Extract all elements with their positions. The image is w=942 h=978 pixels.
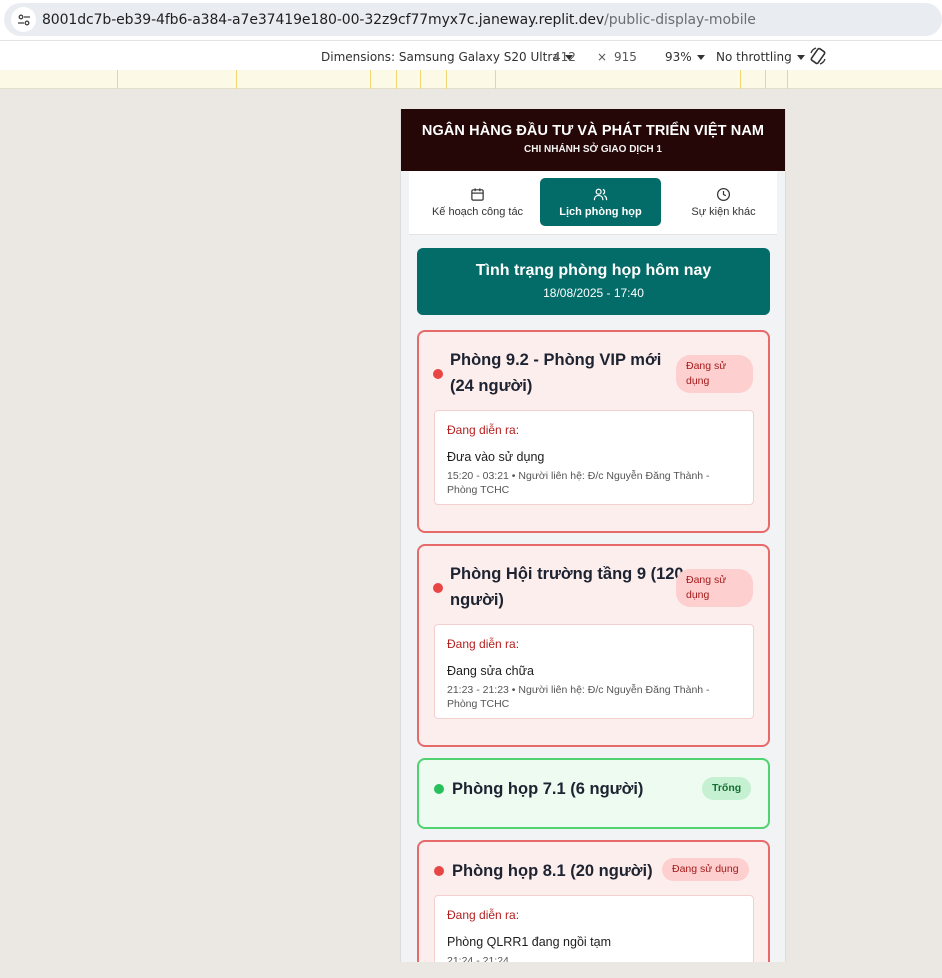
current-meeting-box: Đang diễn ra: Đang sửa chữa 21:23 - 21:2… (434, 624, 754, 719)
room-name-line: Phòng Hội trường tầng 9 (120 (450, 565, 684, 583)
meta-line: Phòng TCHC (447, 484, 510, 496)
event-meta: 21:24 - 21:24 (447, 954, 741, 962)
tab-other-events[interactable]: Sự kiện khác (663, 178, 784, 226)
ruler-tick (396, 70, 397, 89)
status-title: Tình trạng phòng họp hôm nay (475, 262, 712, 279)
status-badge: Đang sử dụng (662, 858, 749, 881)
status-dot (434, 784, 444, 794)
badge-line: dụng (686, 589, 710, 601)
device-toolbar: Dimensions: Samsung Galaxy S20 Ultra 412… (0, 40, 942, 70)
zoom-label: 93% (665, 50, 692, 64)
ruler-tick (740, 70, 741, 89)
room-card[interactable]: Phòng Hội trường tầng 9 (120 người) Đang… (417, 544, 770, 747)
dimension-times: × (597, 50, 608, 64)
tab-label: Sự kiện khác (691, 205, 756, 218)
rotate-icon[interactable] (808, 46, 828, 66)
room-name-line: (24 người) (450, 377, 533, 395)
status-datetime: 18/08/2025 - 17:40 (543, 286, 644, 300)
room-card[interactable]: Phòng 9.2 - Phòng VIP mới (24 người) Đan… (417, 330, 770, 533)
url-path: /public-display-mobile (604, 12, 756, 28)
event-meta: 21:23 - 21:23 • Người liên hệ: Đ/c Nguyễ… (447, 683, 741, 711)
ruler-tick (117, 70, 118, 89)
tab-work-plan[interactable]: Kế hoạch công tác (417, 178, 538, 226)
ruler-tick (420, 70, 421, 89)
event-title: Đang sửa chữa (447, 664, 534, 678)
throttling-select[interactable]: No throttling (716, 50, 805, 64)
status-badge: Đang sử dụng (676, 569, 753, 607)
current-label: Đang diễn ra: (447, 908, 520, 922)
ruler-tick (787, 70, 788, 89)
users-icon (593, 188, 608, 200)
status-dot (434, 866, 444, 876)
device-width-input[interactable]: 412 (553, 50, 576, 64)
badge-line: Đang sử (686, 360, 727, 372)
device-height-input[interactable]: 915 (614, 50, 637, 64)
url-text: 8001dc7b-eb39-4fb6-a384-a7e37419e180-00-… (42, 12, 756, 28)
branch-name: CHI NHÁNH SỞ GIAO DỊCH 1 (524, 144, 662, 155)
meta-line: 15:20 - 03:21 • Người liên hệ: Đ/c Nguyễ… (447, 470, 710, 482)
room-name: Phòng 9.2 - Phòng VIP mới (24 người) (450, 347, 661, 399)
ruler-tick (446, 70, 447, 89)
room-name-line: Phòng 9.2 - Phòng VIP mới (450, 351, 662, 369)
event-meta: 15:20 - 03:21 • Người liên hệ: Đ/c Nguyễ… (447, 469, 741, 497)
url-field[interactable]: 8001dc7b-eb39-4fb6-a384-a7e37419e180-00-… (4, 3, 942, 36)
status-badge: Đang sử dụng (676, 355, 753, 393)
badge-line: Đang sử (686, 574, 727, 586)
chevron-down-icon (796, 55, 805, 60)
tab-label: Lịch phòng họp (559, 205, 642, 218)
ruler-tick (495, 70, 496, 89)
status-badge: Trống (702, 777, 752, 800)
device-dimensions-label: Dimensions: Samsung Galaxy S20 Ultra (321, 50, 560, 64)
site-info-icon[interactable] (11, 7, 36, 32)
room-card[interactable]: Phòng họp 7.1 (6 người) Trống (417, 758, 770, 829)
meta-line: 21:23 - 21:23 • Người liên hệ: Đ/c Nguyễ… (447, 684, 710, 696)
throttling-label: No throttling (716, 50, 792, 64)
room-name-line: người) (450, 591, 504, 609)
tab-meeting-rooms[interactable]: Lịch phòng họp (540, 178, 661, 226)
device-dimensions-select[interactable]: Dimensions: Samsung Galaxy S20 Ultra (321, 50, 573, 64)
meta-line: 21:24 - 21:24 (447, 955, 509, 962)
badge-line: dụng (686, 375, 710, 387)
current-meeting-box: Đang diễn ra: Đưa vào sử dụng 15:20 - 03… (434, 410, 754, 505)
room-name: Phòng Hội trường tầng 9 (120 người) (450, 561, 684, 613)
clock-icon (716, 187, 731, 201)
calendar-icon (471, 187, 484, 201)
status-dot (433, 583, 443, 593)
chevron-down-icon (696, 55, 705, 60)
bank-name: NGÂN HÀNG ĐẦU TƯ VÀ PHÁT TRIỂN VIỆT NAM (421, 123, 765, 139)
url-host: 8001dc7b-eb39-4fb6-a384-a7e37419e180-00-… (42, 12, 605, 28)
app-header: NGÂN HÀNG ĐẦU TƯ VÀ PHÁT TRIỂN VIỆT NAM … (401, 109, 785, 171)
current-label: Đang diễn ra: (447, 637, 520, 651)
meta-line: Phòng TCHC (447, 698, 510, 710)
browser-address-bar: 8001dc7b-eb39-4fb6-a384-a7e37419e180-00-… (0, 0, 942, 40)
ruler-tick (370, 70, 371, 89)
room-card[interactable]: Phòng họp 8.1 (20 người) Đang sử dụng Đa… (417, 840, 770, 962)
tab-label: Kế hoạch công tác (431, 205, 524, 218)
mobile-viewport: NGÂN HÀNG ĐẦU TƯ VÀ PHÁT TRIỂN VIỆT NAM … (400, 109, 786, 962)
tab-bar: Kế hoạch công tác Lịch phòng họp Sự kiện… (409, 171, 777, 235)
ruler-tick (765, 70, 766, 89)
status-banner: Tình trạng phòng họp hôm nay 18/08/2025 … (417, 248, 770, 315)
event-title: Phòng QLRR1 đang ngồi tạm (447, 935, 611, 949)
current-label: Đang diễn ra: (447, 423, 520, 437)
event-title: Đưa vào sử dụng (447, 450, 545, 464)
media-query-ruler (0, 70, 942, 89)
current-meeting-box: Đang diễn ra: Phòng QLRR1 đang ngồi tạm … (434, 895, 754, 962)
room-name: Phòng họp 7.1 (6 người) (452, 780, 644, 798)
status-dot (433, 369, 443, 379)
ruler-tick (236, 70, 237, 89)
zoom-select[interactable]: 93% (665, 50, 705, 64)
room-name: Phòng họp 8.1 (20 người) (452, 862, 653, 880)
